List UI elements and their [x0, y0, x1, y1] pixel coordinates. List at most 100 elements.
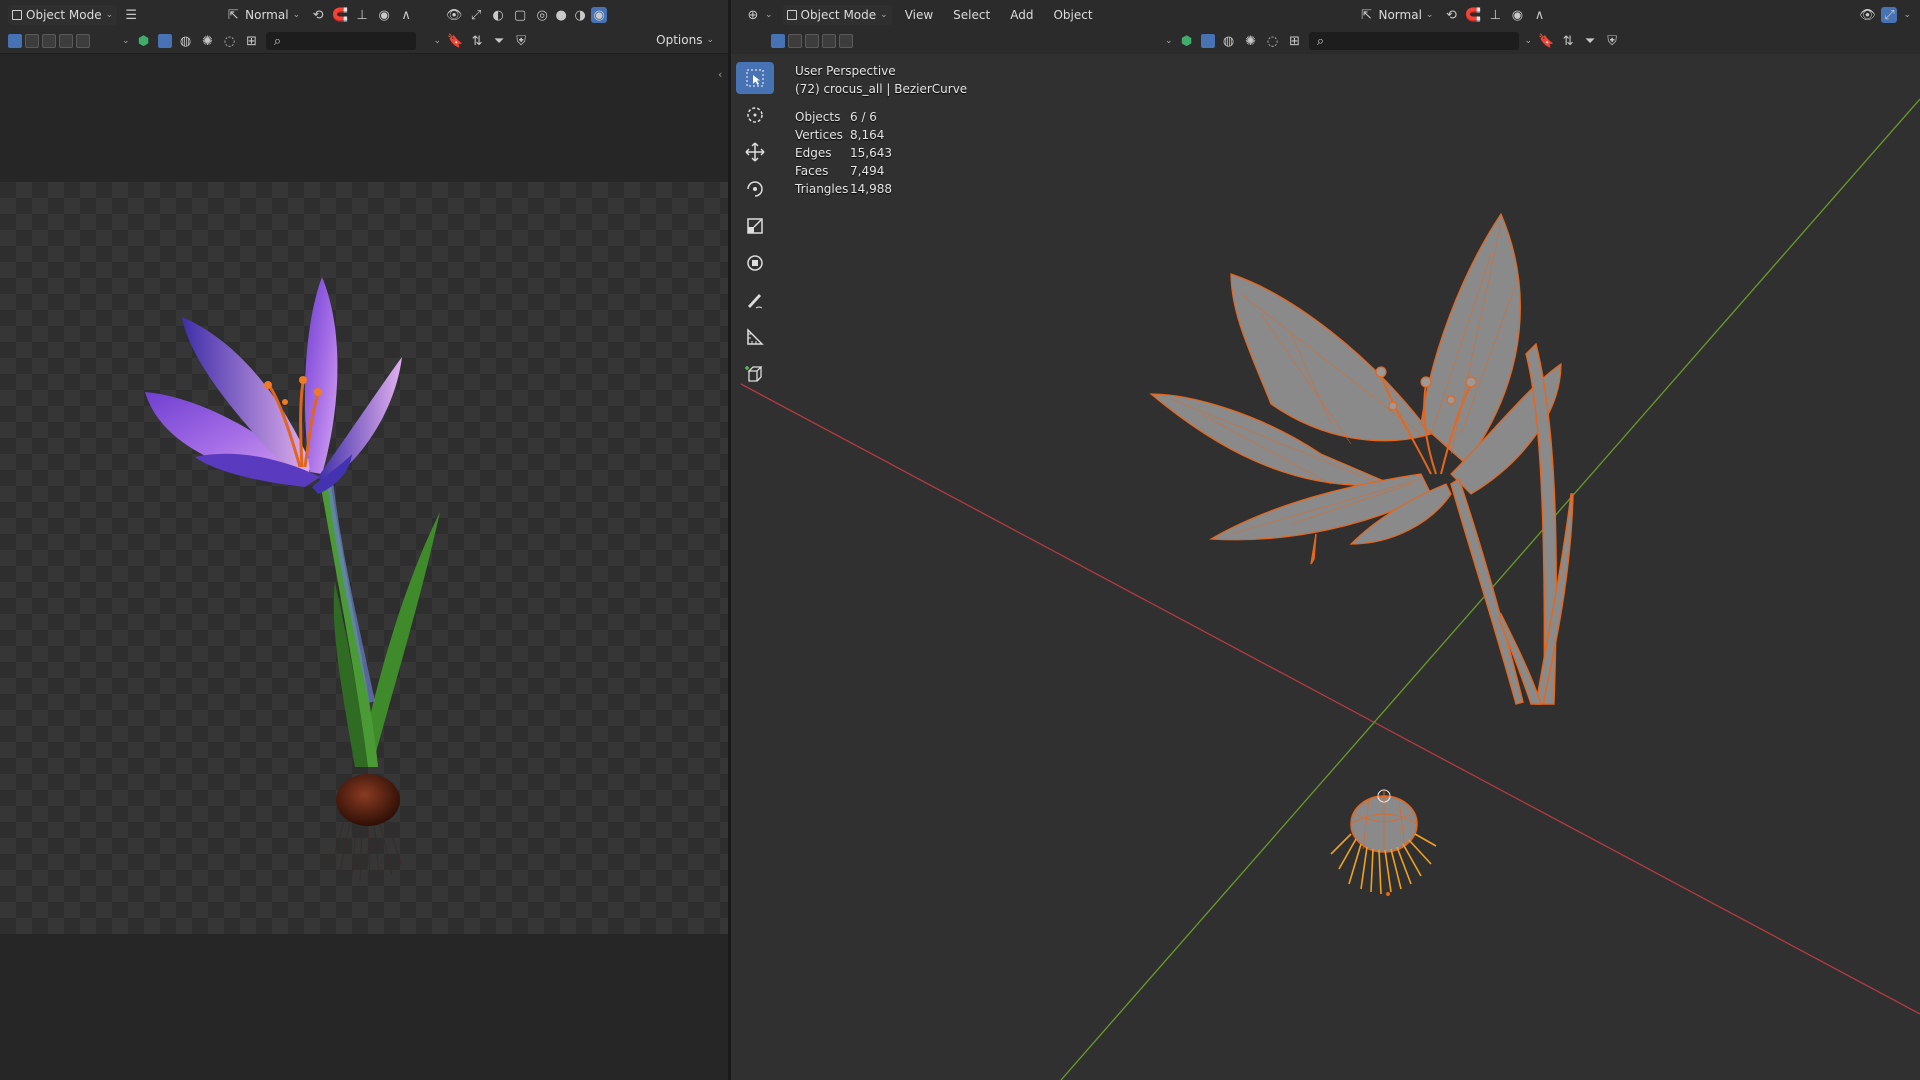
editor-type-dropdown[interactable]: ⊕ ⌄: [741, 5, 777, 25]
select-intersect-icon[interactable]: [76, 34, 90, 48]
orientation-dropdown[interactable]: ⇱ Normal ⌄: [1354, 5, 1437, 25]
pivot-icon[interactable]: ⟲: [1443, 7, 1459, 23]
filter-mesh-icon[interactable]: ◍: [1221, 33, 1237, 49]
menu-select[interactable]: Select: [946, 8, 997, 22]
search-input[interactable]: [285, 33, 415, 49]
orientation-icon: ⇱: [1361, 7, 1372, 23]
wireframe-shading-icon[interactable]: ◎: [534, 7, 550, 23]
falloff-icon[interactable]: ∧: [1531, 7, 1547, 23]
render-canvas[interactable]: [0, 182, 728, 934]
tool-scale[interactable]: [736, 210, 774, 242]
gizmo-icon[interactable]: ⤢: [1881, 7, 1898, 23]
image-editor-header: Object Mode ⌄ ☰ ⇱ Normal ⌄ ⟲ 🧲 ⊥ ◉ ∧ 👁 ⤢…: [0, 0, 728, 54]
xray-icon[interactable]: ▢: [512, 7, 528, 23]
chevron-down-icon: ⌄: [765, 10, 773, 20]
select-extend-icon[interactable]: [788, 34, 802, 48]
pivot-icon[interactable]: ⟲: [310, 7, 326, 23]
tool-rotate[interactable]: [736, 173, 774, 205]
search-field[interactable]: ⌕: [1308, 32, 1519, 50]
search-icon: ⌕: [273, 33, 282, 49]
filter-object-icon[interactable]: [1200, 34, 1215, 48]
rendered-shading-icon[interactable]: ◉: [591, 7, 608, 23]
proportional-edit-icon[interactable]: ◉: [1509, 7, 1525, 23]
collapse-sidebar-icon[interactable]: ‹: [718, 68, 722, 81]
scene-collection-icon[interactable]: ⬢: [136, 33, 152, 49]
select-extend-icon[interactable]: [25, 34, 39, 48]
menu-object[interactable]: Object: [1046, 8, 1099, 22]
shield-icon[interactable]: ⛨: [1604, 33, 1620, 49]
filter-icon[interactable]: ⏷: [1582, 33, 1598, 49]
bookmark-icon[interactable]: 🔖: [447, 33, 463, 49]
filter-camera-icon[interactable]: ◌: [1265, 33, 1281, 49]
search-input[interactable]: [1328, 33, 1458, 49]
snap-icon[interactable]: 🧲: [1465, 7, 1481, 23]
select-invert-icon[interactable]: [822, 34, 836, 48]
select-new-icon[interactable]: [771, 34, 785, 48]
rotate-icon: [747, 181, 763, 197]
viewport-3d[interactable]: [731, 54, 1920, 1080]
menu-add[interactable]: Add: [1003, 8, 1040, 22]
select-subtract-icon[interactable]: [805, 34, 819, 48]
chevron-down-icon[interactable]: ⌄: [1903, 10, 1911, 20]
select-new-icon[interactable]: [8, 34, 22, 48]
tool-measure[interactable]: [736, 321, 774, 353]
stat-label: Objects: [795, 110, 841, 124]
add-cube-icon: [745, 366, 763, 382]
tool-move[interactable]: [736, 136, 774, 168]
filter-light-icon[interactable]: ✺: [1243, 33, 1259, 49]
sort-icon[interactable]: ⇅: [469, 33, 485, 49]
select-subtract-icon[interactable]: [42, 34, 56, 48]
scene-collection-icon[interactable]: ⬢: [1179, 33, 1195, 49]
stat-value: 15,643: [850, 146, 892, 160]
shield-icon[interactable]: ⛨: [513, 33, 529, 49]
hamburger-menu-icon[interactable]: ☰: [123, 7, 139, 23]
orientation-dropdown[interactable]: ⇱ Normal ⌄: [221, 5, 304, 25]
sort-icon[interactable]: ⇅: [1560, 33, 1576, 49]
mode-dropdown[interactable]: Object Mode ⌄: [782, 5, 892, 25]
visibility-icon[interactable]: 👁: [1859, 7, 1876, 23]
visibility-icon[interactable]: 👁: [446, 7, 463, 23]
options-label: Options: [656, 33, 703, 47]
solid-shading-icon[interactable]: ●: [553, 7, 569, 23]
chevron-down-icon[interactable]: ⌄: [1165, 36, 1173, 46]
search-icon: ⌕: [1316, 33, 1325, 49]
orientation-icon: ⇱: [227, 7, 239, 23]
snap-target-icon[interactable]: ⊥: [1487, 7, 1503, 23]
view-title: User Perspective: [795, 64, 896, 78]
options-dropdown[interactable]: Options ⌄: [652, 30, 718, 50]
viewport-stats-overlay: User Perspective (72) crocus_all | Bezie…: [795, 62, 967, 198]
snap-icon[interactable]: 🧲: [332, 7, 348, 23]
snap-target-icon[interactable]: ⊥: [354, 7, 370, 23]
object-mode-icon: [12, 10, 22, 20]
chevron-down-icon: ⌄: [292, 10, 301, 20]
chevron-down-icon[interactable]: ⌄: [122, 36, 130, 46]
cursor-icon: [747, 107, 763, 123]
chevron-down-icon[interactable]: ⌄: [434, 36, 442, 46]
chevron-down-icon[interactable]: ⌄: [1525, 36, 1533, 46]
tool-cursor[interactable]: [736, 99, 774, 131]
select-invert-icon[interactable]: [59, 34, 73, 48]
filter-mesh-icon[interactable]: ◍: [178, 33, 194, 49]
filter-object-icon[interactable]: [157, 34, 172, 48]
filter-icon[interactable]: ⏷: [491, 33, 507, 49]
search-field[interactable]: ⌕: [265, 32, 416, 50]
proportional-edit-icon[interactable]: ◉: [376, 7, 392, 23]
annotate-icon: [748, 294, 763, 309]
filter-other-icon[interactable]: ⊞: [1287, 33, 1303, 49]
tool-transform[interactable]: [736, 247, 774, 279]
filter-other-icon[interactable]: ⊞: [244, 33, 260, 49]
overlay-icon[interactable]: ◐: [490, 7, 506, 23]
select-intersect-icon[interactable]: [839, 34, 853, 48]
menu-view[interactable]: View: [898, 8, 940, 22]
tool-select-box[interactable]: [736, 62, 774, 94]
filter-light-icon[interactable]: ✺: [200, 33, 216, 49]
material-shading-icon[interactable]: ◑: [572, 7, 588, 23]
falloff-icon[interactable]: ∧: [398, 7, 414, 23]
tool-annotate[interactable]: [736, 284, 774, 316]
bookmark-icon[interactable]: 🔖: [1538, 33, 1554, 49]
mode-dropdown[interactable]: Object Mode ⌄: [8, 5, 118, 25]
gizmo-icon[interactable]: ⤢: [468, 7, 484, 23]
filter-camera-icon[interactable]: ◌: [222, 33, 238, 49]
stat-value: 8,164: [850, 128, 885, 142]
tool-add-cube[interactable]: [736, 358, 774, 390]
